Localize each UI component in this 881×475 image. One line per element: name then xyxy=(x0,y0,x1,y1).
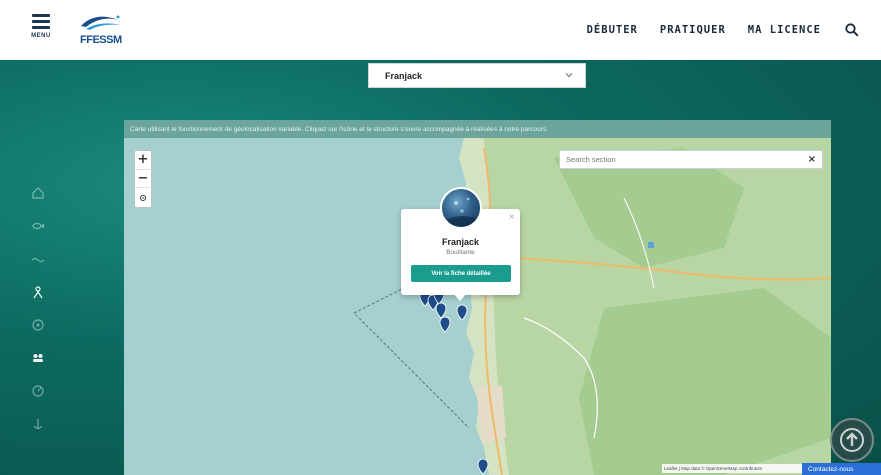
search-icon[interactable] xyxy=(845,23,859,37)
fish-icon[interactable] xyxy=(30,218,46,234)
arrow-up-icon xyxy=(840,428,864,452)
nav-ma-licence[interactable]: MA LICENCE xyxy=(748,24,821,36)
site-popup: × Franjack Bouillante Voir la fiche déta… xyxy=(401,187,520,301)
clear-search-icon[interactable]: × xyxy=(808,154,816,165)
nav-pratiquer[interactable]: PRATIQUER xyxy=(660,24,726,36)
popup-title: Franjack xyxy=(441,237,480,247)
menu-label: MENU xyxy=(31,33,51,39)
map-search-box: × xyxy=(559,150,823,169)
scroll-to-top-button[interactable] xyxy=(830,418,874,462)
popup-close-icon[interactable]: × xyxy=(508,212,515,221)
wave-logo-icon xyxy=(81,15,120,30)
map-tiles[interactable] xyxy=(124,138,831,475)
wave-icon[interactable] xyxy=(30,251,46,267)
contact-label: Contactez-nous xyxy=(808,465,854,473)
ffessm-logo[interactable]: FFESSM xyxy=(78,12,128,48)
chevron-down-icon xyxy=(565,73,573,78)
anchor-icon[interactable] xyxy=(30,416,46,432)
gauge-icon[interactable] xyxy=(30,383,46,399)
logo-text: FFESSM xyxy=(80,34,122,46)
view-details-button[interactable]: Voir la fiche détaillée xyxy=(411,265,511,282)
hamburger-icon xyxy=(32,14,50,17)
target-icon[interactable] xyxy=(30,317,46,333)
contact-button[interactable]: Contactez-nous xyxy=(802,463,881,475)
popup-subtitle: Bouillante xyxy=(446,249,475,256)
zoom-out-button[interactable]: − xyxy=(134,170,152,189)
menu-button[interactable]: MENU xyxy=(30,14,52,46)
popup-tail xyxy=(453,293,467,301)
hamburger-icon-bar xyxy=(32,26,50,29)
site-select[interactable]: Franjack xyxy=(368,63,586,88)
locate-icon xyxy=(140,194,146,201)
site-photo xyxy=(440,187,482,229)
map-info-bar: Carte utilisant le fonctionnement de géo… xyxy=(124,120,831,138)
group-icon[interactable] xyxy=(30,350,46,366)
locate-button[interactable] xyxy=(134,188,152,207)
diver-icon[interactable] xyxy=(30,284,46,300)
map-info-text: Carte utilisant le fonctionnement de géo… xyxy=(130,125,548,133)
main-nav: DÉBUTER PRATIQUER MA LICENCE xyxy=(565,0,859,60)
site-header: MENU FFESSM DÉBUTER PRATIQUER MA LICENCE xyxy=(0,0,881,60)
hamburger-icon-bar xyxy=(32,20,50,23)
nav-debuter[interactable]: DÉBUTER xyxy=(587,24,638,36)
dive-site-map[interactable]: Carte utilisant le fonctionnement de géo… xyxy=(124,120,831,475)
home-icon[interactable] xyxy=(30,185,46,201)
map-attribution[interactable]: Leaflet | Map data © OpenStreetMap contr… xyxy=(662,464,802,473)
site-select-value: Franjack xyxy=(385,70,423,81)
map-search-input[interactable] xyxy=(566,155,796,164)
zoom-in-button[interactable]: + xyxy=(134,151,152,170)
side-toolbar xyxy=(30,185,54,449)
zoom-control: + − xyxy=(134,150,152,208)
